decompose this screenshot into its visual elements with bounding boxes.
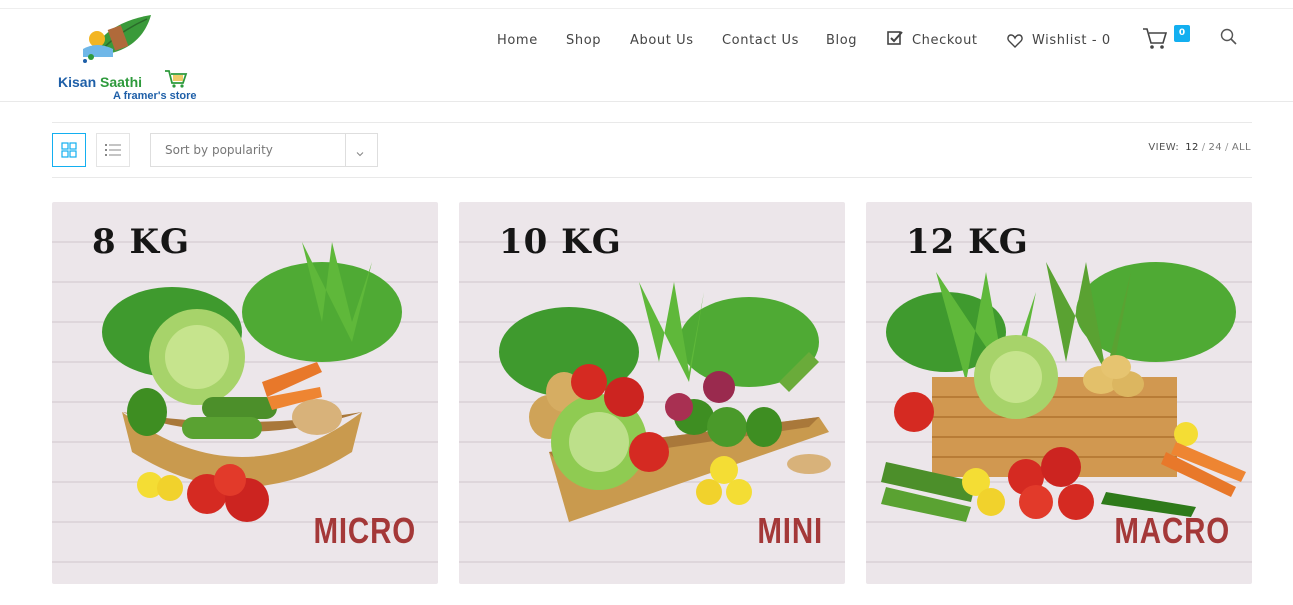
logo-wordmark: Kisan Saathi [58,74,142,90]
list-view-icon [105,144,121,156]
view-option-all[interactable]: ALL [1232,142,1251,153]
nav-wishlist[interactable]: Wishlist - 0 [1032,31,1111,51]
sort-selected-value: Sort by popularity [165,143,273,157]
product-card-mini[interactable]: 10 KG MINI [459,202,845,584]
product-card-micro[interactable]: 8 KG MICRO [52,202,438,584]
site-header: Kisan Saathi A framer's store Home Shop … [0,9,1293,102]
products-per-page: VIEW: 12/24/ALL [1148,142,1251,153]
search-icon[interactable] [1220,28,1238,51]
checkbox-check-icon [887,30,903,51]
nav-shop[interactable]: Shop [566,31,601,51]
nav-about-us[interactable]: About Us [630,31,694,51]
nav-checkout[interactable]: Checkout [912,31,978,51]
product-weight: 12 KG [906,222,1029,262]
sort-select[interactable]: Sort by popularity [150,133,378,167]
grid-view-icon [61,142,77,158]
product-name: MICRO [313,510,416,551]
nav-blog[interactable]: Blog [826,31,857,51]
sort-divider [345,134,346,166]
product-weight: 10 KG [499,222,622,262]
cart-icon[interactable] [1142,25,1168,56]
product-name: MACRO [1114,510,1230,551]
view-option-24[interactable]: 24 [1209,142,1223,153]
list-view-button[interactable] [96,133,130,167]
logo-word-kisan: Kisan [58,74,97,90]
toolbar-bottom-divider [52,177,1252,178]
product-card-macro[interactable]: 12 KG MACRO [866,202,1252,584]
product-weight: 8 KG [92,222,191,262]
site-logo[interactable]: Kisan Saathi A framer's store [55,13,215,102]
view-separator: / [1225,142,1229,153]
heart-icon [1007,34,1023,53]
view-option-12[interactable]: 12 [1185,142,1199,153]
logo-word-saathi: Saathi [100,74,143,90]
grid-view-button[interactable] [52,133,86,167]
product-name: MINI [757,510,823,551]
view-label: VIEW: [1148,142,1180,153]
cart-count-badge[interactable]: 0 [1174,25,1190,42]
nav-home[interactable]: Home [497,31,538,51]
logo-tagline: A framer's store [113,90,197,102]
chevron-down-icon [356,145,364,163]
nav-contact-us[interactable]: Contact Us [722,31,799,51]
view-separator: / [1201,142,1206,153]
toolbar-top-divider [52,122,1252,123]
